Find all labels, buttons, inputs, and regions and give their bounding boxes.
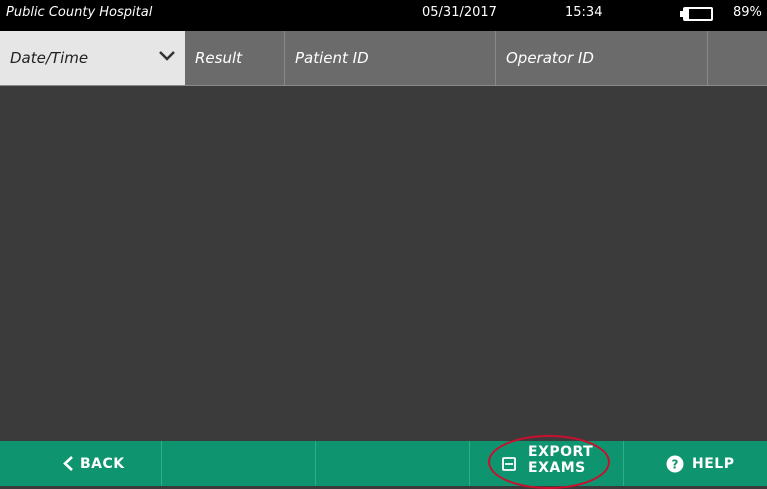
column-header-operator-id[interactable]: Operator ID [496, 31, 708, 85]
column-header-label: Date/Time [10, 49, 89, 67]
status-bar: Public County Hospital 05/31/2017 15:34 … [0, 0, 767, 31]
help-label: HELP [692, 456, 735, 472]
battery-icon [680, 7, 713, 21]
column-header-label: Result [195, 49, 243, 67]
chevron-left-icon [63, 456, 73, 471]
help-button[interactable]: ? HELP [624, 441, 767, 486]
export-exams-button[interactable]: EXPORT EXAMS [470, 441, 624, 486]
column-header-datetime[interactable]: Date/Time [0, 31, 185, 85]
column-header-patient-id[interactable]: Patient ID [285, 31, 496, 85]
battery-percent: 89% [733, 5, 762, 20]
back-label: BACK [80, 456, 125, 472]
column-header-result[interactable]: Result [185, 31, 285, 85]
column-header-label: Operator ID [506, 49, 594, 67]
footer-toolbar: BACK EXPORT EXAMS ? HELP [0, 441, 767, 486]
svg-text:?: ? [672, 458, 679, 472]
footer-slot-empty [316, 441, 470, 486]
footer-slot-empty [162, 441, 316, 486]
save-icon [502, 457, 516, 471]
question-circle-icon: ? [666, 455, 684, 473]
status-date: 05/31/2017 [422, 5, 497, 20]
exam-list[interactable] [0, 86, 767, 441]
chevron-down-icon [159, 51, 175, 61]
status-time: 15:34 [565, 5, 603, 20]
column-header-label: Patient ID [295, 49, 369, 67]
table-header: Date/Time Result Patient ID Operator ID [0, 31, 767, 86]
export-label: EXPORT EXAMS [528, 444, 594, 476]
facility-name: Public County Hospital [6, 5, 153, 20]
back-button[interactable]: BACK [0, 441, 162, 486]
column-header-extra [708, 31, 767, 85]
